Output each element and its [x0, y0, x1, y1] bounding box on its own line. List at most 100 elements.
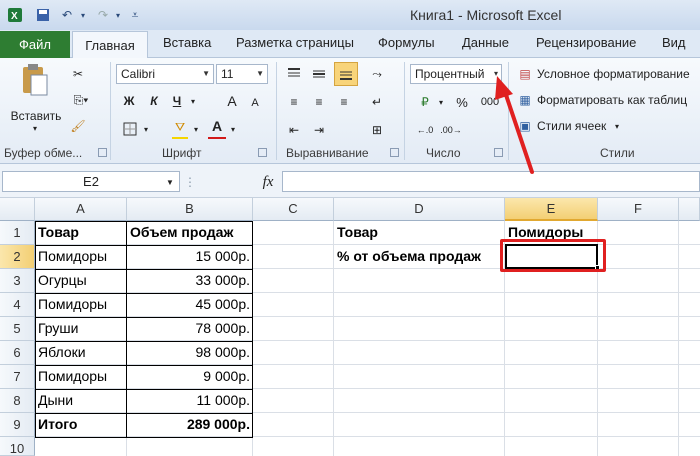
- select-all-corner[interactable]: [0, 198, 35, 221]
- column-header-f[interactable]: F: [598, 198, 679, 221]
- row-header-6[interactable]: 6: [0, 341, 35, 365]
- wrap-text-icon[interactable]: ↵: [366, 92, 388, 112]
- paste-icon[interactable]: [14, 62, 54, 98]
- cell-d1[interactable]: Товар: [334, 221, 505, 245]
- cell-b6[interactable]: 98 000р.: [127, 341, 253, 365]
- currency-format-icon[interactable]: ₽: [414, 92, 436, 112]
- font-color-button[interactable]: A: [208, 116, 226, 136]
- cell-b5[interactable]: 78 000р.: [127, 317, 253, 341]
- tab-data[interactable]: Данные: [462, 35, 509, 50]
- bold-button[interactable]: Ж: [120, 92, 138, 110]
- row-header-5[interactable]: 5: [0, 317, 35, 341]
- tab-file[interactable]: Файл: [0, 31, 70, 58]
- save-icon[interactable]: [34, 6, 52, 24]
- redo-dropdown-icon[interactable]: ▾: [113, 6, 123, 24]
- fill-color-icon[interactable]: ⛛: [170, 118, 190, 136]
- tab-formulas[interactable]: Формулы: [378, 35, 435, 50]
- font-name-combo[interactable]: Calibri ▼: [116, 64, 214, 84]
- cell-b3[interactable]: 33 000р.: [127, 269, 253, 293]
- redo-icon[interactable]: ↷: [94, 6, 112, 24]
- grow-font-button[interactable]: A: [222, 92, 242, 110]
- decrease-indent-icon[interactable]: ⇤: [284, 120, 304, 140]
- currency-dropdown-icon[interactable]: ▾: [436, 92, 446, 112]
- cut-icon[interactable]: ✂: [70, 66, 86, 82]
- cell-a2[interactable]: Помидоры: [35, 245, 127, 269]
- row-header-3[interactable]: 3: [0, 269, 35, 293]
- font-color-dropdown-icon[interactable]: ▾: [228, 120, 238, 138]
- cell-b4[interactable]: 45 000р.: [127, 293, 253, 317]
- undo-dropdown-icon[interactable]: ▾: [78, 6, 88, 24]
- decrease-decimal-icon[interactable]: .00→: [440, 120, 462, 140]
- cell-a3[interactable]: Огурцы: [35, 269, 127, 293]
- font-launcher-icon[interactable]: [258, 148, 267, 157]
- increase-indent-icon[interactable]: ⇥: [309, 120, 329, 140]
- align-middle-icon[interactable]: [309, 64, 329, 84]
- borders-icon[interactable]: [120, 120, 140, 138]
- cell-a5[interactable]: Груши: [35, 317, 127, 341]
- orientation-icon[interactable]: ⤳: [366, 64, 388, 84]
- underline-dropdown-icon[interactable]: ▾: [188, 92, 198, 110]
- font-name-value: Calibri: [121, 67, 156, 81]
- cell-a4[interactable]: Помидоры: [35, 293, 127, 317]
- row-header-7[interactable]: 7: [0, 365, 35, 389]
- cell-a6[interactable]: Яблоки: [35, 341, 127, 365]
- cell-styles-dropdown-icon[interactable]: ▾: [612, 118, 622, 134]
- cell-b1[interactable]: Объем продаж: [127, 221, 253, 245]
- column-header-g[interactable]: [679, 198, 700, 221]
- align-bottom-icon[interactable]: [334, 62, 358, 86]
- cell-b8[interactable]: 11 000р.: [127, 389, 253, 413]
- cell-a7[interactable]: Помидоры: [35, 365, 127, 389]
- tab-view[interactable]: Вид: [662, 35, 686, 50]
- clipboard-launcher-icon[interactable]: [98, 148, 107, 157]
- tab-home[interactable]: Главная: [72, 31, 148, 59]
- cell-d2[interactable]: % от объема продаж: [334, 245, 505, 269]
- align-right-icon[interactable]: ≡: [334, 92, 354, 112]
- shrink-font-button[interactable]: A: [246, 94, 264, 112]
- column-header-c[interactable]: C: [253, 198, 334, 221]
- fill-dropdown-icon[interactable]: ▾: [191, 120, 201, 138]
- column-header-e[interactable]: E: [505, 198, 598, 221]
- row-header-8[interactable]: 8: [0, 389, 35, 413]
- format-painter-icon[interactable]: 🖌: [70, 118, 86, 134]
- column-header-b[interactable]: B: [127, 198, 253, 221]
- row-header-1[interactable]: 1: [0, 221, 35, 245]
- borders-dropdown-icon[interactable]: ▾: [141, 120, 151, 138]
- cell-a9[interactable]: Итого: [35, 413, 127, 437]
- name-box[interactable]: E2: [2, 171, 180, 192]
- insert-function-button[interactable]: fx: [258, 172, 278, 192]
- cell-b7[interactable]: 9 000р.: [127, 365, 253, 389]
- underline-button[interactable]: Ч: [168, 92, 186, 110]
- italic-button[interactable]: К: [145, 92, 163, 110]
- increase-decimal-icon[interactable]: ←.0: [414, 120, 436, 140]
- tab-review[interactable]: Рецензирование: [536, 35, 636, 50]
- name-box-dropdown-icon[interactable]: ▼: [164, 176, 176, 188]
- cell-a1[interactable]: Товар: [35, 221, 127, 245]
- paste-dropdown-icon[interactable]: ▾: [28, 122, 42, 134]
- align-top-icon[interactable]: [284, 64, 304, 84]
- cell-b9[interactable]: 289 000р.: [127, 413, 253, 437]
- customize-qat-icon[interactable]: ⩡: [128, 6, 142, 24]
- group-separator: [110, 62, 111, 160]
- tab-insert[interactable]: Вставка: [163, 35, 211, 50]
- cell-b2[interactable]: 15 000р.: [127, 245, 253, 269]
- align-left-icon[interactable]: ≡: [284, 92, 304, 112]
- row-header-9[interactable]: 9: [0, 413, 35, 437]
- row-header-2[interactable]: 2: [0, 245, 35, 269]
- percent-style-button[interactable]: %: [452, 92, 472, 112]
- chevron-down-icon: ▼: [256, 69, 264, 78]
- undo-icon[interactable]: ↶: [58, 6, 76, 24]
- font-group-label: Шрифт: [162, 146, 202, 160]
- copy-icon[interactable]: ⎘▾: [70, 92, 92, 108]
- excel-logo-icon: X: [6, 6, 24, 24]
- row-header-10[interactable]: 10: [0, 437, 35, 456]
- chevron-down-icon: ▼: [202, 69, 210, 78]
- column-header-d[interactable]: D: [334, 198, 505, 221]
- column-header-a[interactable]: A: [35, 198, 127, 221]
- alignment-launcher-icon[interactable]: [390, 148, 399, 157]
- merge-cells-icon[interactable]: ⊞: [366, 120, 388, 140]
- tab-page-layout[interactable]: Разметка страницы: [236, 35, 354, 50]
- align-center-icon[interactable]: ≡: [309, 92, 329, 112]
- cell-a8[interactable]: Дыни: [35, 389, 127, 413]
- font-size-combo[interactable]: 11 ▼: [216, 64, 268, 84]
- row-header-4[interactable]: 4: [0, 293, 35, 317]
